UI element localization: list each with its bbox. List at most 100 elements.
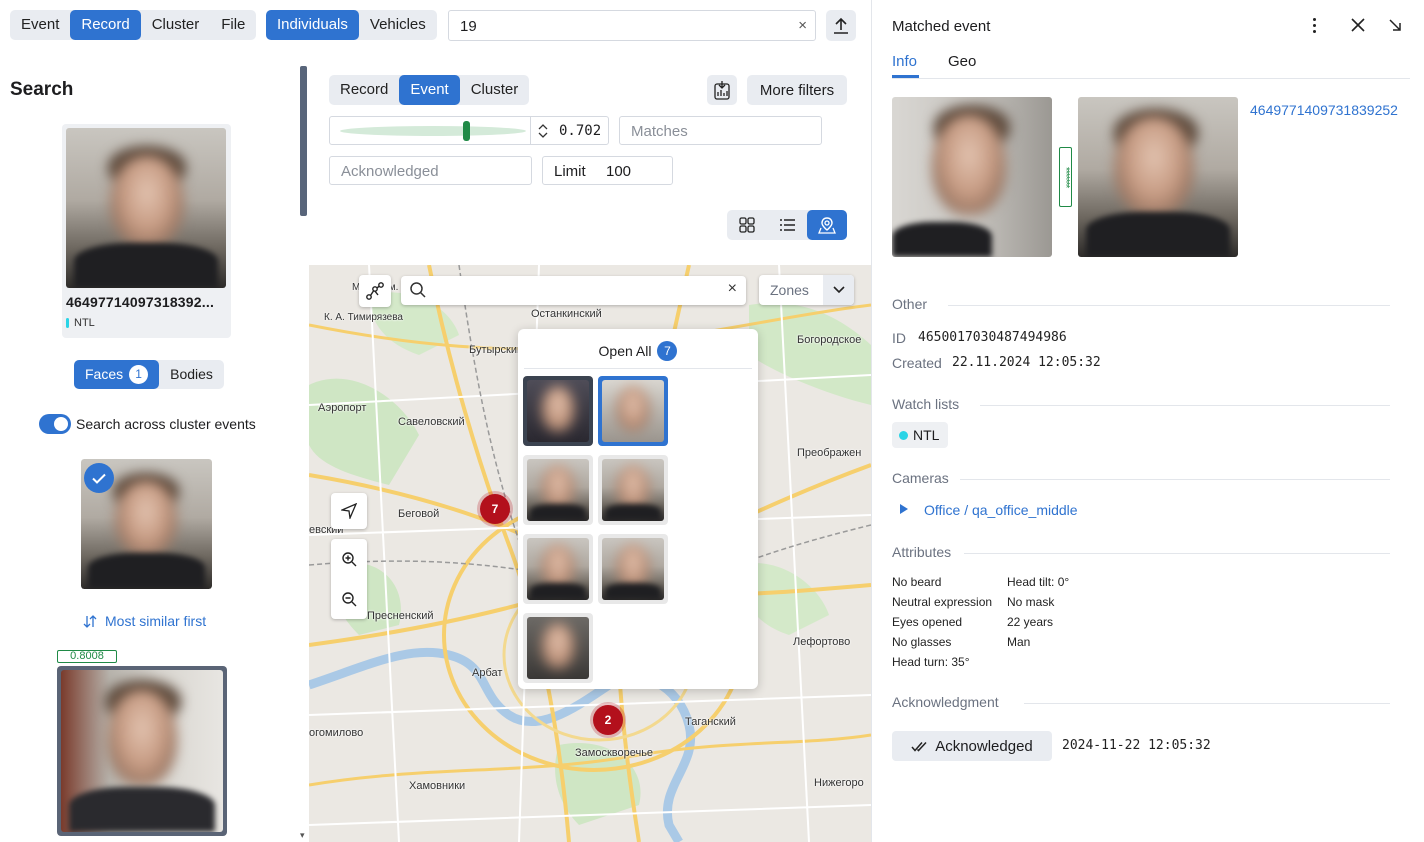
map-view-button[interactable]	[807, 210, 847, 240]
zoom-in-button[interactable]	[341, 539, 357, 579]
filter-tab-event[interactable]: Event	[399, 75, 460, 105]
more-filters-button[interactable]: More filters	[747, 75, 847, 105]
play-icon[interactable]	[899, 503, 909, 515]
thumb-face	[602, 459, 664, 521]
search-icon	[410, 282, 426, 298]
map-label: Бутырский	[469, 344, 524, 356]
matched-face-image[interactable]	[1078, 97, 1238, 257]
thumb-face	[602, 380, 664, 442]
popup-thumb[interactable]	[598, 455, 668, 525]
popup-thumb[interactable]	[598, 534, 668, 604]
sort-button[interactable]: Most similar first	[83, 613, 206, 629]
popup-thumb[interactable]	[523, 455, 593, 525]
zoom-controls	[331, 539, 367, 619]
zoom-out-icon	[342, 592, 357, 607]
similarity-score-value: *******	[1060, 166, 1071, 188]
popup-thumb-selected[interactable]	[598, 376, 668, 446]
map-label: Хамовники	[409, 780, 466, 792]
chevron-down-icon	[832, 286, 845, 294]
tab-individuals[interactable]: Individuals	[266, 10, 359, 40]
watchlist-chip[interactable]: NTL	[892, 422, 949, 448]
map-cluster-marker[interactable]: 7	[480, 494, 510, 524]
result-card[interactable]	[57, 666, 227, 836]
collapse-icon[interactable]	[1389, 19, 1401, 31]
map-label: Замоскворечье	[575, 747, 654, 759]
tab-faces[interactable]: Faces 1	[74, 360, 160, 389]
threshold-slider-handle[interactable]	[463, 121, 470, 141]
limit-field[interactable]: Limit 100	[542, 156, 673, 185]
section-watch-heading: Watch lists	[892, 396, 960, 412]
event-face-image[interactable]	[892, 97, 1052, 257]
map-label: К. А. Тимирязева	[324, 312, 403, 323]
tab-file[interactable]: File	[210, 10, 256, 40]
panel-divider	[871, 0, 872, 842]
map-cluster-marker[interactable]: 2	[593, 705, 623, 735]
popup-thumb[interactable]	[523, 613, 593, 683]
thumb-face	[527, 380, 589, 442]
map-label: Нижегоро	[814, 777, 864, 789]
locate-button[interactable]	[331, 493, 367, 529]
sort-icon	[83, 614, 97, 628]
tab-vehicles[interactable]: Vehicles	[359, 10, 437, 40]
result-card-face	[61, 670, 223, 832]
tab-cluster[interactable]: Cluster	[141, 10, 211, 40]
zones-select[interactable]: Zones	[759, 275, 854, 305]
open-all-label: Open All	[598, 343, 652, 359]
tab-record[interactable]: Record	[70, 10, 141, 40]
export-button[interactable]	[707, 75, 737, 105]
filter-tab-record[interactable]: Record	[329, 75, 399, 105]
section-other-heading: Other	[892, 296, 928, 312]
app-root: Event Record Cluster File Individuals Ve…	[0, 0, 1424, 842]
search-card[interactable]: 46497714097318392... NTL	[62, 124, 231, 338]
threshold-slider-field: 0.702	[329, 116, 609, 145]
list-view-button[interactable]	[767, 210, 807, 240]
check-icon[interactable]	[84, 463, 114, 493]
navigation-icon	[341, 503, 357, 519]
acknowledged-select[interactable]: Acknowledged	[329, 156, 532, 185]
similarity-score-badge: *******	[1059, 147, 1072, 207]
acknowledged-button[interactable]: Acknowledged	[892, 731, 1052, 761]
scroll-down-icon[interactable]: ▾	[300, 830, 305, 841]
search-input[interactable]: 19 ×	[448, 10, 816, 41]
stepper-icon[interactable]	[538, 123, 548, 139]
thumb-face	[527, 538, 589, 600]
upload-button[interactable]	[826, 10, 856, 41]
matches-select[interactable]: Matches	[619, 116, 822, 145]
panel-tab-geo[interactable]: Geo	[948, 53, 976, 70]
threshold-value[interactable]: 0.702	[559, 123, 601, 139]
grid-icon	[739, 217, 755, 233]
section-acknowledgment: Acknowledgment	[892, 694, 1390, 710]
selected-face[interactable]	[81, 459, 212, 589]
popup-thumb[interactable]	[523, 376, 593, 446]
object-type-tabs: Individuals Vehicles	[266, 10, 437, 40]
panel-tab-info[interactable]: Info	[892, 53, 917, 70]
faces-count-badge: 1	[129, 365, 149, 384]
search-input-value: 19	[460, 18, 477, 35]
map-search-input[interactable]: ×	[401, 276, 746, 305]
cluster-search-toggle[interactable]	[39, 414, 71, 434]
clear-icon[interactable]: ×	[798, 17, 807, 34]
camera-link[interactable]: Office / qa_office_middle	[924, 502, 1078, 518]
map-search-clear-icon[interactable]: ×	[728, 280, 737, 298]
more-options-icon[interactable]	[1306, 14, 1322, 36]
popup-thumb[interactable]	[523, 534, 593, 604]
left-panel-scrollbar[interactable]	[300, 66, 307, 216]
tab-bodies[interactable]: Bodies	[159, 360, 224, 389]
threshold-slider-track[interactable]	[340, 126, 526, 136]
slider-separator	[530, 117, 531, 144]
open-all-button[interactable]: Open All 7	[518, 341, 758, 361]
attribute-value: Head tilt: 0°	[1007, 575, 1070, 589]
view-mode-tabs	[727, 210, 847, 240]
grid-view-button[interactable]	[727, 210, 767, 240]
route-button[interactable]	[359, 275, 391, 307]
filter-tab-cluster[interactable]: Cluster	[460, 75, 530, 105]
tab-event[interactable]: Event	[10, 10, 70, 40]
search-card-id: 46497714097318392...	[66, 294, 215, 310]
section-ack-heading: Acknowledgment	[892, 694, 999, 710]
matched-record-link[interactable]: 4649771409731839252	[1250, 102, 1398, 118]
close-icon[interactable]	[1351, 18, 1365, 32]
record-type-tabs: Event Record Cluster File	[10, 10, 257, 40]
zones-dropdown-button[interactable]	[823, 275, 854, 305]
section-line	[1024, 703, 1390, 704]
zoom-out-button[interactable]	[341, 579, 357, 619]
